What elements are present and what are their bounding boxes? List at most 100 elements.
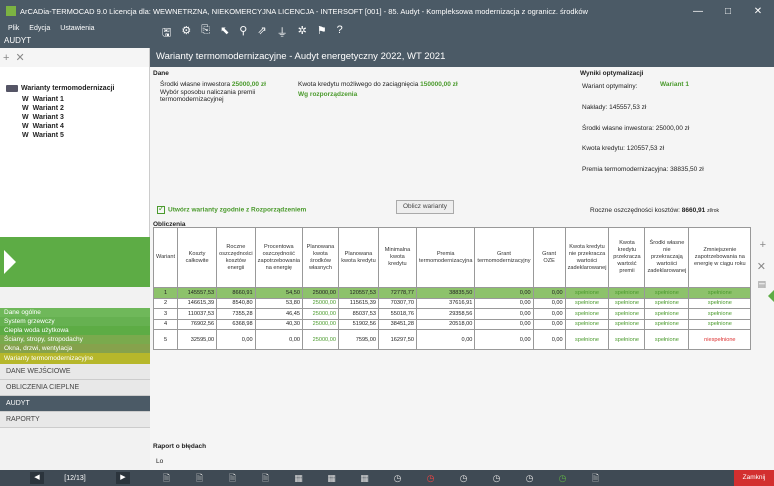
- calculate-variants-button[interactable]: Oblicz warianty: [396, 200, 454, 214]
- table-cell: spełnione: [564, 308, 610, 320]
- sidebar-section-audyt[interactable]: AUDYT: [0, 396, 150, 412]
- tree-item-variant-1[interactable]: W Wariant 1: [22, 96, 64, 103]
- credit-value[interactable]: 150000,00 zł: [420, 81, 458, 88]
- tree-item-variant-3[interactable]: W Wariant 3: [22, 114, 64, 121]
- col-header: Grant termomodernizacyjny: [474, 227, 534, 288]
- app-window: ArCADia-TERMOCAD 9.0 Licencja dla: WEWNE…: [0, 0, 774, 486]
- document-title: Warianty termomodernizacyjne - Audyt ene…: [150, 48, 774, 67]
- checkbox-icon[interactable]: [157, 204, 165, 214]
- sidebar-item-okna[interactable]: Okna, drzwi, wentylacja: [0, 344, 150, 353]
- expand-arrow-icon[interactable]: [4, 250, 16, 274]
- tree-item-variant-4[interactable]: W Wariant 4: [22, 123, 64, 130]
- table-cell: 38451,28: [377, 318, 417, 330]
- table-cell: spełnione: [688, 287, 752, 299]
- own-funds-value[interactable]: 25000,00 zł: [232, 81, 266, 88]
- add-icon[interactable]: +: [3, 52, 9, 64]
- prev-page-icon[interactable]: ◀: [30, 472, 44, 484]
- table-cell: 70307,70: [377, 297, 417, 309]
- table-icon[interactable]: ▦: [348, 470, 381, 486]
- menu-file[interactable]: Plik: [8, 25, 19, 32]
- export-icon[interactable]: 🗎: [249, 470, 282, 486]
- doc-icon[interactable]: 🗎: [579, 470, 612, 486]
- chart-icon[interactable]: ◷: [414, 470, 447, 486]
- table-cell: 55018,76: [377, 308, 417, 320]
- table-cell: spełnione: [608, 308, 646, 320]
- table-cell: 115615,39: [337, 297, 379, 309]
- copy-icon[interactable]: ⎘: [201, 24, 210, 37]
- sidebar-section-raporty[interactable]: RAPORTY: [0, 412, 150, 428]
- table-cell: 1: [152, 287, 179, 299]
- funnel-icon[interactable]: ⏚: [277, 24, 288, 40]
- table-icon[interactable]: ▦: [282, 470, 315, 486]
- flag-icon[interactable]: ⚑: [317, 24, 327, 37]
- minimize-button[interactable]: —: [684, 0, 712, 22]
- sidebar-item-dane-ogolne[interactable]: Dane ogólne: [0, 308, 150, 317]
- sidebar-item-sciany[interactable]: Ściany, stropy, stropodachy: [0, 335, 150, 344]
- arrow-up-icon[interactable]: ⇗: [257, 24, 266, 37]
- create-variants-checkbox[interactable]: Utwórz warianty zgodnie z Rozporządzenie…: [157, 204, 306, 214]
- table-cell: 7355,28: [216, 308, 256, 320]
- remove-icon[interactable]: ✕: [15, 51, 24, 64]
- sidebar-section-dane[interactable]: DANE WEJŚCIOWE: [0, 364, 150, 380]
- table-row[interactable]: 4 76902,56 6368,98 40,30 25000,00 51902,56 384…: [152, 318, 752, 330]
- tree-root[interactable]: Warianty termomodernizacji: [6, 85, 115, 92]
- sidebar-item-warianty[interactable]: Warianty termomodernizacyjne: [0, 353, 150, 364]
- bonus-method-label: Wybór sposobu naliczania premii termomod…: [160, 89, 256, 103]
- chart-icon[interactable]: ◷: [381, 470, 414, 486]
- table-cell: spełnione: [688, 308, 752, 320]
- settings-icon[interactable]: ⚙: [181, 24, 191, 37]
- sidebar-item-system-grzewczy[interactable]: System grzewczy: [0, 317, 150, 326]
- table-cell: 20518,00: [415, 318, 476, 330]
- export-icon[interactable]: 🗎: [216, 470, 249, 486]
- savings-summary: Roczne oszczędności kosztów: 8660,91 zł/…: [590, 207, 719, 214]
- table-row[interactable]: 2 146615,39 8540,80 53,80 25000,00 115615,39 7…: [152, 297, 752, 309]
- close-button[interactable]: Zamknij: [734, 470, 774, 486]
- credit-text: Kwota kredytu możliwego do zaciągnięcia: [298, 81, 419, 88]
- chart-icon[interactable]: ◷: [546, 470, 579, 486]
- help-icon[interactable]: ?: [337, 24, 343, 36]
- tree-item-label: Wariant 5: [32, 132, 64, 139]
- table-cell: 8540,80: [216, 297, 256, 309]
- sidebar-nav: Dane ogólne System grzewczy Ciepła woda …: [0, 308, 150, 428]
- table-cell: 3: [152, 308, 179, 320]
- right-collapse-icon[interactable]: [768, 290, 774, 302]
- table-cell: 110037,53: [177, 308, 218, 320]
- table-row[interactable]: 3 110037,53 7355,28 46,45 25000,00 85037,53 55…: [152, 308, 752, 320]
- delete-row-icon[interactable]: ✕: [757, 260, 766, 273]
- costs-result: Nakłady: 145557,53 zł: [582, 104, 647, 111]
- tree-item-variant-5[interactable]: W Wariant 5: [22, 132, 64, 139]
- table-row[interactable]: 5 32595,00 0,00 0,00 25000,00 7595,00 16297,50…: [152, 329, 752, 350]
- chart-icon[interactable]: ◷: [447, 470, 480, 486]
- chart-icon[interactable]: ◷: [513, 470, 546, 486]
- chart-icon[interactable]: ◷: [480, 470, 513, 486]
- table-cell: 145557,53: [177, 287, 218, 299]
- savings-value: 8660,91: [681, 207, 706, 214]
- tree-item-variant-2[interactable]: W Wariant 2: [22, 105, 64, 112]
- export-icon[interactable]: 🗎: [183, 470, 216, 486]
- filter-icon[interactable]: ⚲: [239, 24, 247, 37]
- table-header-row: Wariant Koszty całkowite Roczne oszczędn…: [152, 227, 752, 288]
- arrow-icon[interactable]: ⬉: [220, 24, 229, 37]
- own-funds-label: Środki własne inwestora 25000,00 zł: [160, 81, 266, 88]
- save-icon[interactable]: 🖫: [162, 24, 171, 43]
- table-row[interactable]: 1 145557,53 8660,91 54,50 25000,00 120557,53 7…: [152, 287, 752, 299]
- bonus-method-value[interactable]: Wg rozporządzenia: [298, 91, 357, 98]
- gear-icon[interactable]: ✲: [298, 24, 307, 37]
- sidebar-item-cwu[interactable]: Ciepła woda użytkowa: [0, 326, 150, 335]
- variants-table: Wariant Koszty całkowite Roczne oszczędn…: [152, 227, 752, 350]
- optimal-label: Wariant optymalny:: [582, 83, 638, 90]
- menu-edit[interactable]: Edycja: [29, 25, 50, 32]
- table-cell: 5: [152, 329, 179, 350]
- col-header: Środki własne nie przekraczają wartości …: [644, 227, 690, 288]
- close-window-button[interactable]: ✕: [744, 0, 772, 22]
- add-row-icon[interactable]: +: [760, 239, 766, 251]
- menu-settings[interactable]: Ustawienia: [60, 25, 94, 32]
- table-icon[interactable]: ▦: [315, 470, 348, 486]
- next-page-icon[interactable]: ▶: [116, 472, 130, 484]
- error-report-field[interactable]: Lo: [156, 458, 163, 465]
- window-title: ArCADia-TERMOCAD 9.0 Licencja dla: WEWNE…: [20, 6, 588, 16]
- document-icon[interactable]: ▤: [757, 279, 766, 290]
- export-icon[interactable]: 🗎: [150, 470, 183, 486]
- sidebar-section-obliczenia[interactable]: OBLICZENIA CIEPLNE: [0, 380, 150, 396]
- maximize-button[interactable]: □: [714, 0, 742, 22]
